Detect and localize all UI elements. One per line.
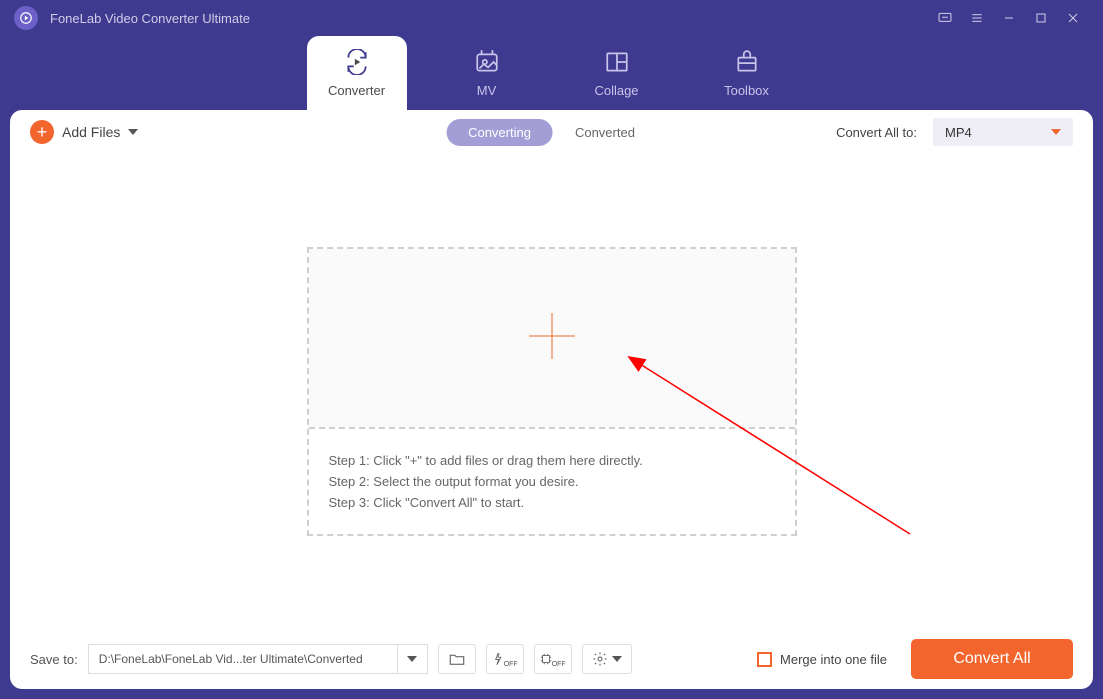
dropzone: Step 1: Click "+" to add files or drag t… bbox=[307, 247, 797, 536]
seg-converted[interactable]: Converted bbox=[553, 119, 657, 146]
save-path-value: D:\FoneLab\FoneLab Vid...ter Ultimate\Co… bbox=[99, 652, 363, 666]
save-to-label: Save to: bbox=[30, 652, 78, 667]
close-icon[interactable] bbox=[1057, 2, 1089, 34]
status-segmented: Converting Converted bbox=[446, 119, 657, 146]
convert-all-button[interactable]: Convert All bbox=[911, 639, 1073, 679]
seg-converting[interactable]: Converting bbox=[446, 119, 553, 146]
chevron-down-icon bbox=[407, 656, 417, 662]
maximize-icon[interactable] bbox=[1025, 2, 1057, 34]
save-path-dropdown[interactable] bbox=[398, 644, 428, 674]
plus-icon bbox=[527, 311, 577, 366]
gpu-accel-button[interactable]: OFF bbox=[486, 644, 524, 674]
app-logo bbox=[14, 6, 38, 30]
titlebar: FoneLab Video Converter Ultimate bbox=[0, 0, 1103, 36]
step-3: Step 3: Click "Convert All" to start. bbox=[329, 495, 775, 510]
add-files-label: Add Files bbox=[62, 124, 120, 140]
settings-button[interactable] bbox=[582, 644, 632, 674]
menu-icon[interactable] bbox=[961, 2, 993, 34]
tab-collage[interactable]: Collage bbox=[567, 36, 667, 110]
dropzone-add-area[interactable] bbox=[309, 249, 795, 427]
chevron-down-icon bbox=[612, 656, 622, 662]
merge-checkbox[interactable]: Merge into one file bbox=[757, 652, 887, 667]
hw-accel-button[interactable]: OFF bbox=[534, 644, 572, 674]
format-select[interactable]: MP4 bbox=[933, 118, 1073, 146]
checkbox-icon bbox=[757, 652, 772, 667]
add-files-button[interactable]: + Add Files bbox=[30, 120, 138, 144]
tab-label: Collage bbox=[594, 83, 638, 98]
feedback-icon[interactable] bbox=[929, 2, 961, 34]
workspace: Step 1: Click "+" to add files or drag t… bbox=[10, 154, 1093, 629]
tab-converter[interactable]: Converter bbox=[307, 36, 407, 110]
save-path-field[interactable]: D:\FoneLab\FoneLab Vid...ter Ultimate\Co… bbox=[88, 644, 398, 674]
main-panel: + Add Files Converting Converted Convert… bbox=[10, 110, 1093, 689]
top-nav: Converter MV Collage Toolbox bbox=[0, 36, 1103, 110]
tab-toolbox[interactable]: Toolbox bbox=[697, 36, 797, 110]
instructions: Step 1: Click "+" to add files or drag t… bbox=[309, 427, 795, 534]
bottom-bar: Save to: D:\FoneLab\FoneLab Vid...ter Ul… bbox=[10, 629, 1093, 689]
plus-icon: + bbox=[30, 120, 54, 144]
gpu-off-label: OFF bbox=[504, 661, 518, 668]
format-selected-value: MP4 bbox=[945, 125, 972, 140]
tab-label: MV bbox=[477, 83, 497, 98]
toolbar: + Add Files Converting Converted Convert… bbox=[10, 110, 1093, 154]
tab-mv[interactable]: MV bbox=[437, 36, 537, 110]
open-folder-button[interactable] bbox=[438, 644, 476, 674]
app-title: FoneLab Video Converter Ultimate bbox=[50, 11, 929, 26]
chevron-down-icon bbox=[128, 129, 138, 135]
convert-all-to-label: Convert All to: bbox=[836, 125, 917, 140]
merge-label: Merge into one file bbox=[780, 652, 887, 667]
chevron-down-icon bbox=[1051, 129, 1061, 135]
hw-off-label: OFF bbox=[552, 661, 566, 668]
step-1: Step 1: Click "+" to add files or drag t… bbox=[329, 453, 775, 468]
minimize-icon[interactable] bbox=[993, 2, 1025, 34]
tab-label: Toolbox bbox=[724, 83, 769, 98]
tab-label: Converter bbox=[328, 83, 385, 98]
step-2: Step 2: Select the output format you des… bbox=[329, 474, 775, 489]
